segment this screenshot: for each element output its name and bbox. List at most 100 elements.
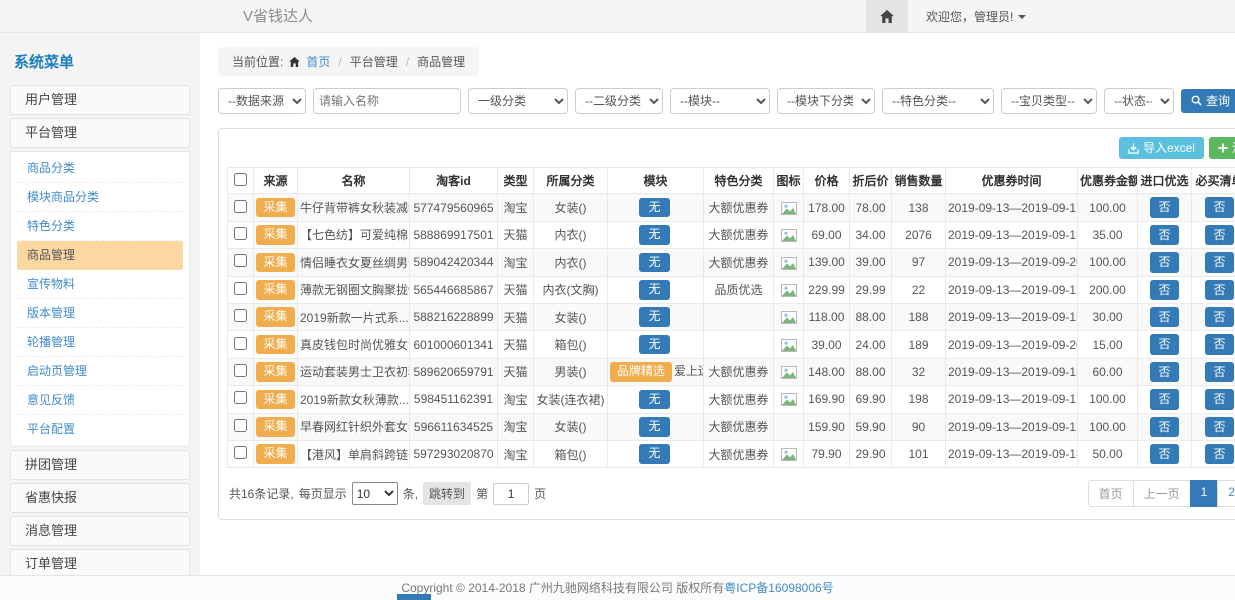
icon-cell (774, 440, 804, 467)
filter-status[interactable]: --状态-- (1104, 88, 1174, 114)
import-select-toggle[interactable]: 否 (1150, 389, 1178, 409)
product-type: 淘宝 (498, 440, 534, 467)
row-checkbox[interactable] (234, 337, 247, 350)
filter-level1-category[interactable]: 一级分类 (468, 88, 568, 114)
must-buy-toggle[interactable]: 否 (1205, 444, 1233, 464)
icp-link[interactable]: 粤ICP备16098006号 (724, 581, 833, 595)
import-select-toggle[interactable]: 否 (1150, 197, 1178, 217)
sidebar-subitem[interactable]: 平台配置 (17, 415, 183, 444)
sidebar-subitem[interactable]: 模块商品分类 (17, 183, 183, 212)
table-row: 采集 【港风】单肩斜跨链条... 597293020870 淘宝 箱包() 无 … (228, 440, 1235, 467)
must-buy-toggle[interactable]: 否 (1205, 252, 1233, 272)
page-button[interactable]: 2 (1217, 480, 1235, 507)
product-category: 箱包() (534, 440, 608, 467)
sidebar-subitem[interactable]: 宣传物料 (17, 270, 183, 299)
coupon-time: 2019-09-13—2019-09-17 (946, 413, 1078, 440)
user-menu[interactable]: 欢迎您，管理员! (926, 8, 1026, 25)
must-buy-toggle[interactable]: 否 (1205, 334, 1233, 354)
welcome-text: 欢迎您，管理员! (926, 8, 1013, 25)
row-checkbox[interactable] (234, 419, 247, 432)
breadcrumb-home-link[interactable]: 首页 (306, 53, 330, 70)
product-name: 牛仔背带裤女秋装减龄... (298, 194, 410, 221)
per-page-suffix: 条, (403, 485, 418, 502)
import-select-toggle[interactable]: 否 (1150, 280, 1178, 300)
sidebar-item-platform-management[interactable]: 平台管理 (10, 118, 190, 148)
per-page-select[interactable]: 10 (352, 482, 398, 505)
import-select-toggle[interactable]: 否 (1150, 252, 1178, 272)
sidebar-subitem[interactable]: 特色分类 (17, 212, 183, 241)
name-search-input[interactable] (313, 88, 461, 114)
product-image-icon (781, 448, 797, 461)
must-buy-toggle[interactable]: 否 (1205, 389, 1233, 409)
row-checkbox[interactable] (234, 391, 247, 404)
source-badge: 采集 (256, 362, 294, 382)
coupon-time: 2019-09-13—2019-09-17 (946, 194, 1078, 221)
sales-count: 101 (892, 440, 946, 467)
import-excel-button[interactable]: 导入excel (1119, 137, 1204, 159)
row-checkbox[interactable] (234, 364, 247, 377)
import-select-toggle[interactable]: 否 (1150, 334, 1178, 354)
must-buy-toggle[interactable]: 否 (1205, 362, 1233, 382)
filter-module[interactable]: --模块-- (670, 88, 770, 114)
filter-feature-category[interactable]: --特色分类-- (882, 88, 994, 114)
filter-item-type[interactable]: --宝贝类型-- (1001, 88, 1097, 114)
sales-count: 189 (892, 331, 946, 358)
coupon-time: 2019-09-13—2019-09-15 (946, 358, 1078, 385)
page-number-input[interactable] (493, 483, 529, 505)
column-header: 必买清单 (1192, 168, 1235, 194)
table-row: 采集 运动套装男士卫衣初秋... 589620659791 天猫 男装() 品牌… (228, 358, 1235, 385)
row-checkbox[interactable] (234, 309, 247, 322)
table-row: 采集 薄款无钢圈文胸聚拢性... 565446685867 天猫 内衣(文胸) … (228, 276, 1235, 303)
filter-data-source[interactable]: --数据来源-- (218, 88, 306, 114)
discount-price: 88.00 (850, 358, 892, 385)
row-checkbox[interactable] (234, 200, 247, 213)
sidebar-group[interactable]: 省惠快报 (10, 483, 190, 513)
product-name: 【七色纺】可爱纯棉家... (298, 221, 410, 248)
sidebar-subitem[interactable]: 商品分类 (17, 154, 183, 183)
row-checkbox[interactable] (234, 446, 247, 459)
price: 159.90 (804, 413, 850, 440)
pagination-summary: 共16条记录, 每页显示 10 条, 跳转到 第 页 (229, 482, 546, 505)
filter-module-subcategory[interactable]: --模块下分类-- (777, 88, 875, 114)
module-cell: 品牌精选爱上运动 (608, 358, 704, 385)
import-select-toggle[interactable]: 否 (1150, 444, 1178, 464)
sidebar-group[interactable]: 消息管理 (10, 516, 190, 546)
sales-count: 90 (892, 413, 946, 440)
coupon-amount: 60.00 (1078, 358, 1138, 385)
sidebar-subitem[interactable]: 启动页管理 (17, 357, 183, 386)
import-select-toggle[interactable]: 否 (1150, 362, 1178, 382)
select-all-checkbox[interactable] (234, 173, 247, 186)
must-buy-toggle[interactable]: 否 (1205, 307, 1233, 327)
must-buy-toggle[interactable]: 否 (1205, 280, 1233, 300)
row-checkbox[interactable] (234, 282, 247, 295)
sidebar-subitem[interactable]: 版本管理 (17, 299, 183, 328)
table-row: 采集 【七色纺】可爱纯棉家... 588869917501 天猫 内衣() 无 … (228, 221, 1235, 248)
row-checkbox[interactable] (234, 227, 247, 240)
sidebar-subitem[interactable]: 轮播管理 (17, 328, 183, 357)
row-checkbox[interactable] (234, 254, 247, 267)
import-select-toggle[interactable]: 否 (1150, 417, 1178, 437)
add-button[interactable]: 添加 (1209, 137, 1235, 159)
coupon-amount: 30.00 (1078, 303, 1138, 330)
filter-level2-category[interactable]: --二级分类-- (575, 88, 663, 114)
must-buy-toggle[interactable]: 否 (1205, 225, 1233, 245)
page-button[interactable]: 1 (1190, 480, 1219, 507)
search-button[interactable]: 查询 (1181, 89, 1235, 113)
taoke-id: 596611634525 (410, 413, 498, 440)
import-select-toggle[interactable]: 否 (1150, 307, 1178, 327)
home-button[interactable] (866, 0, 908, 33)
sidebar-subitem[interactable]: 意见反馈 (17, 386, 183, 415)
page-button[interactable]: 首页 (1088, 480, 1134, 507)
sidebar-group[interactable]: 拼团管理 (10, 450, 190, 480)
must-buy-toggle[interactable]: 否 (1205, 197, 1233, 217)
must-buy-toggle[interactable]: 否 (1205, 417, 1233, 437)
jump-button[interactable]: 跳转到 (423, 482, 471, 505)
page-button[interactable]: 上一页 (1133, 480, 1191, 507)
sidebar-item-user-management[interactable]: 用户管理 (10, 85, 190, 115)
price: 148.00 (804, 358, 850, 385)
feature-category: 大额优惠券 (704, 386, 774, 413)
sidebar-group[interactable]: 订单管理 (10, 549, 190, 575)
sidebar-subitem[interactable]: 商品管理 (17, 241, 183, 270)
source-badge: 采集 (256, 335, 294, 355)
import-select-toggle[interactable]: 否 (1150, 225, 1178, 245)
